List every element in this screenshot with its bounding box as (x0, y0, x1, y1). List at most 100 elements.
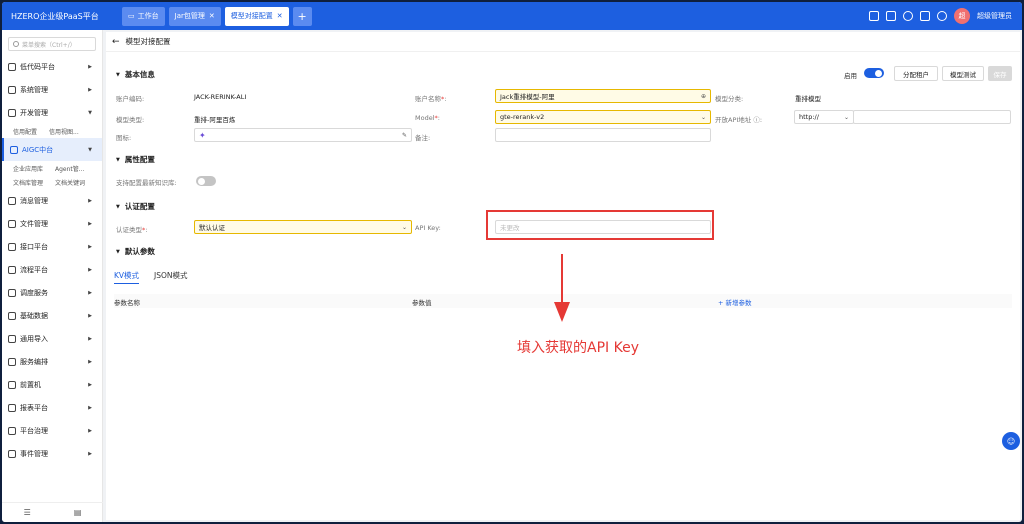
sidebar-item-label: 消息管理 (20, 196, 48, 205)
section-attr-title[interactable]: ▼ 属性配置 (116, 154, 155, 165)
globe-icon[interactable]: ⊕ (701, 93, 706, 100)
chevron-right-icon: ▶ (88, 220, 92, 227)
sidebar-item-report[interactable]: 报表平台 ▶ (2, 396, 102, 419)
message-icon (8, 196, 16, 205)
chevron-down-icon: ⌄ (843, 113, 849, 121)
sidebar-item-schedule[interactable]: 调度服务 ▶ (2, 281, 102, 304)
assign-tenant-button[interactable]: 分配租户 (894, 66, 938, 81)
sub-item[interactable]: Agent管... (55, 164, 84, 173)
model-select[interactable]: gte-rerank-v2 ⌄ (495, 110, 711, 124)
switch-knob (197, 177, 205, 185)
tab-json-mode[interactable]: JSON模式 (154, 270, 188, 281)
back-arrow-icon[interactable]: ← (112, 37, 120, 47)
icon-label: 图标: (116, 134, 132, 142)
model-category-value: 重排模型 (795, 95, 821, 103)
support-kb-label: 支持配置最新知识库: (116, 179, 177, 187)
event-icon (8, 449, 16, 458)
caret-down-icon: ▼ (116, 71, 120, 78)
section-label: 基本信息 (124, 70, 155, 79)
model-label: Model*: (415, 114, 440, 122)
tab-workbench[interactable]: ▭ 工作台 (122, 6, 165, 26)
add-tab-button[interactable]: + (292, 6, 312, 26)
sidebar-item-message[interactable]: 消息管理 ▶ (2, 189, 102, 212)
sub-item[interactable]: 文档关键词 (55, 178, 85, 187)
annotation-arrow-head (554, 302, 570, 322)
sub-item[interactable]: 企业应用库 (13, 164, 43, 173)
label-text: Model (415, 114, 435, 122)
avatar[interactable]: 超 (954, 8, 970, 24)
clipboard-icon[interactable] (886, 11, 896, 21)
tab-label: Jar包管理 (174, 12, 205, 20)
remark-input[interactable] (495, 128, 711, 142)
sidebar-item-aigc[interactable]: AIGC中台 ▼ (2, 138, 102, 161)
sub-menu-aigc: 文档库管理 文档关键词 (2, 175, 102, 189)
home-icon[interactable] (869, 11, 879, 21)
shirt-icon[interactable] (920, 11, 930, 21)
sidebar-item-lowcode[interactable]: 低代码平台 ▶ (2, 55, 102, 78)
close-icon[interactable]: ✕ (277, 12, 283, 20)
sidebar-item-file[interactable]: 文件管理 ▶ (2, 212, 102, 235)
tab-jar-manage[interactable]: Jar包管理 ✕ (168, 6, 221, 26)
chevron-right-icon: ▶ (88, 381, 92, 388)
sidebar-item-governance[interactable]: 平台治理 ▶ (2, 419, 102, 442)
section-params-title[interactable]: ▼ 默认参数 (116, 246, 155, 257)
sub-menu-dev: 信用配置 信用视图... (2, 124, 102, 138)
model-test-button[interactable]: 模型测试 (942, 66, 984, 81)
open-api-url-input[interactable] (853, 110, 1011, 124)
sidebar-item-dev[interactable]: 开发管理 ▼ (2, 101, 102, 124)
user-name[interactable]: 超级管理员 (977, 11, 1012, 21)
label-text: 开放API地址 (715, 116, 752, 124)
sidebar-item-event[interactable]: 事件管理 ▶ (2, 442, 102, 465)
tab-label: 工作台 (137, 12, 159, 20)
close-icon[interactable]: ✕ (209, 12, 215, 20)
model-category-label: 模型分类: (715, 95, 744, 103)
support-kb-switch[interactable] (196, 176, 216, 186)
sub-item[interactable]: 信用视图... (49, 127, 79, 136)
sidebar-item-orchestration[interactable]: 服务编排 ▶ (2, 350, 102, 373)
chevron-right-icon: ▶ (88, 450, 92, 457)
chevron-down-icon: ⌄ (700, 113, 706, 121)
chevron-right-icon: ▶ (88, 289, 92, 296)
assistant-float-icon[interactable]: ☺ (1002, 432, 1020, 450)
sidebar-item-workflow[interactable]: 流程平台 ▶ (2, 258, 102, 281)
sidebar-item-basedata[interactable]: 基础数据 ▶ (2, 304, 102, 327)
section-auth-title[interactable]: ▼ 认证配置 (116, 201, 155, 212)
sidebar-item-label: 调度服务 (20, 288, 48, 297)
document-icon[interactable]: ▤ (74, 508, 82, 517)
section-label: 默认参数 (124, 247, 155, 256)
label-text: 认证类型 (116, 226, 142, 234)
edit-icon[interactable]: ✎ (402, 132, 407, 139)
protocol-select[interactable]: http:// ⌄ (794, 110, 854, 124)
section-basic-title[interactable]: ▼ 基本信息 (116, 69, 155, 80)
sidebar-item-label: 系统管理 (20, 85, 48, 94)
sidebar-item-label: 平台治理 (20, 426, 48, 435)
sidebar-item-import[interactable]: 通用导入 ▶ (2, 327, 102, 350)
caret-down-icon: ▼ (116, 156, 120, 163)
tab-kv-mode[interactable]: KV模式 (114, 270, 140, 284)
sidebar-item-label: AIGC中台 (22, 145, 54, 154)
sub-item[interactable]: 信用配置 (13, 127, 37, 136)
save-button[interactable]: 保存 (988, 66, 1012, 81)
enable-switch[interactable] (864, 68, 884, 78)
tab-model-config[interactable]: 模型对接配置 ✕ (224, 6, 289, 26)
sidebar-item-interface[interactable]: 接口平台 ▶ (2, 235, 102, 258)
sub-item[interactable]: 文档库管理 (13, 178, 43, 187)
sidebar-item-frontend-machine[interactable]: 前置机 ▶ (2, 373, 102, 396)
gear-icon (8, 85, 16, 94)
flow-icon (8, 265, 16, 274)
caret-down-icon: ▼ (116, 248, 120, 255)
add-param-button[interactable]: + 新增参数 (718, 297, 752, 307)
bell-icon[interactable] (903, 11, 913, 21)
collapse-menu-icon[interactable]: ☰ (24, 508, 31, 517)
auth-type-select[interactable]: 默认认证 ⌄ (194, 220, 412, 234)
sub-menu-aigc: 企业应用库 Agent管... (2, 161, 102, 175)
globe-icon[interactable] (937, 11, 947, 21)
sidebar-item-label: 流程平台 (20, 265, 48, 274)
icon-picker[interactable]: ✦ ✎ (194, 128, 412, 142)
menu-search-input[interactable]: 菜单搜索（Ctrl+/） (8, 37, 96, 51)
chevron-right-icon: ▶ (88, 266, 92, 273)
account-name-input[interactable]: Jack重排模型-阿里 ⊕ (495, 89, 711, 103)
grid-icon (8, 62, 16, 71)
sidebar-item-system[interactable]: 系统管理 ▶ (2, 78, 102, 101)
auth-type-label: 认证类型*: (116, 226, 148, 234)
